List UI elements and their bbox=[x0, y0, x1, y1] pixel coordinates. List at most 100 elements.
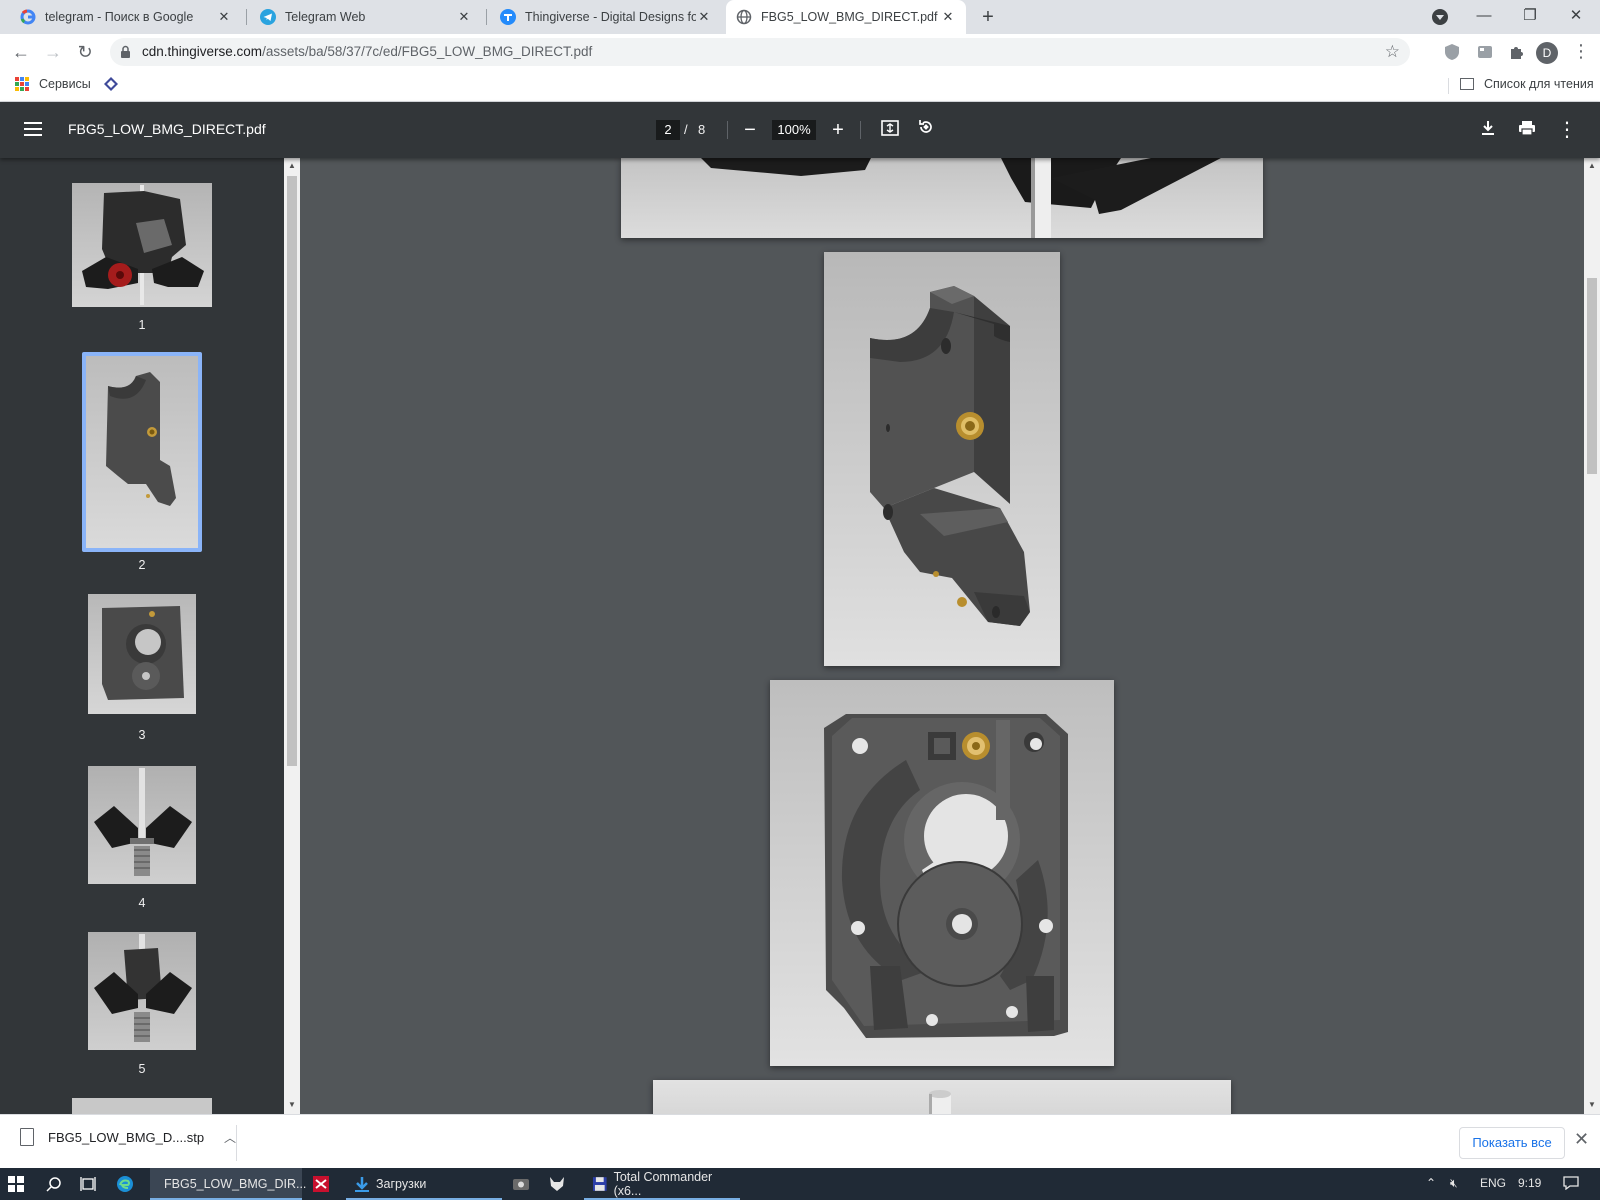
new-tab-button[interactable]: + bbox=[976, 5, 1000, 29]
app-taskbar-button[interactable] bbox=[312, 1168, 340, 1200]
url-path: /assets/ba/58/37/7c/ed/FBG5_LOW_BMG_DIRE… bbox=[262, 44, 593, 59]
document-scrollbar[interactable]: ▲ ▼ bbox=[1584, 158, 1600, 1114]
language-indicator[interactable]: ENG bbox=[1480, 1176, 1506, 1190]
downloads-folder-taskbar-item[interactable]: Загрузки bbox=[346, 1168, 502, 1200]
thumbnail-label: 4 bbox=[138, 896, 146, 910]
scroll-down-arrow-icon[interactable]: ▼ bbox=[1588, 1100, 1596, 1109]
toolbar-divider bbox=[860, 121, 861, 139]
thumbnail-page-4[interactable] bbox=[88, 766, 196, 884]
task-view-button[interactable] bbox=[80, 1168, 108, 1200]
tab-title: Thingiverse - Digital Designs for P bbox=[525, 10, 696, 24]
tray-expand-icon[interactable]: ⌃ bbox=[1426, 1176, 1436, 1190]
chrome-taskbar-item[interactable]: FBG5_LOW_BMG_DIR... bbox=[150, 1168, 306, 1200]
extensions-puzzle-icon[interactable] bbox=[1508, 43, 1526, 61]
document-scroll-thumb[interactable] bbox=[1587, 278, 1597, 474]
tab-thingiverse[interactable]: Thingiverse - Digital Designs for P ✕ bbox=[490, 0, 722, 34]
edge-taskbar-button[interactable] bbox=[116, 1168, 146, 1200]
download-item[interactable]: FBG5_LOW_BMG_D....stp ︿ bbox=[20, 1128, 236, 1146]
rotate-icon[interactable] bbox=[914, 118, 938, 142]
tab-title: Telegram Web bbox=[285, 10, 366, 24]
tab-manager-extension-icon[interactable] bbox=[1476, 43, 1494, 61]
search-icon bbox=[46, 1177, 61, 1192]
app-taskbar-button[interactable] bbox=[512, 1168, 540, 1200]
zoom-in-icon[interactable]: + bbox=[826, 118, 850, 142]
close-tab-icon[interactable]: ✕ bbox=[216, 9, 232, 25]
print-icon[interactable] bbox=[1515, 118, 1539, 142]
camera-app-icon bbox=[513, 1179, 529, 1190]
bookmark-diamond[interactable] bbox=[104, 77, 118, 91]
app-taskbar-button[interactable] bbox=[548, 1168, 576, 1200]
bookmark-star-icon[interactable]: ☆ bbox=[1385, 42, 1400, 62]
notifications-icon[interactable] bbox=[1563, 1176, 1579, 1193]
pdf-title: FBG5_LOW_BMG_DIRECT.pdf bbox=[68, 121, 266, 137]
close-shelf-icon[interactable]: ✕ bbox=[1574, 1129, 1589, 1150]
tab-separator bbox=[246, 9, 247, 25]
taskbar-item-label: Загрузки bbox=[376, 1177, 427, 1191]
address-bar[interactable]: cdn.thingiverse.com/assets/ba/58/37/7c/e… bbox=[110, 38, 1410, 66]
profile-avatar[interactable]: D bbox=[1536, 42, 1558, 64]
tab-google-search[interactable]: telegram - Поиск в Google ✕ bbox=[10, 0, 242, 34]
back-button[interactable]: ← bbox=[8, 39, 34, 65]
sidebar-scrollbar[interactable]: ▲ ▼ bbox=[284, 158, 300, 1114]
globe-icon bbox=[736, 9, 752, 25]
thumbnail-page-3[interactable] bbox=[88, 594, 196, 714]
pdf-page-2 bbox=[824, 252, 1060, 666]
taskbar-item-label: Total Commander (x6... bbox=[613, 1170, 713, 1198]
page-separator: / bbox=[684, 122, 688, 137]
sidebar-scroll-thumb[interactable] bbox=[287, 176, 297, 766]
pdf-page-1 bbox=[621, 158, 1263, 238]
document-viewport[interactable] bbox=[300, 158, 1584, 1114]
tab-pdf-active[interactable]: FBG5_LOW_BMG_DIRECT.pdf ✕ bbox=[726, 0, 966, 34]
close-tab-icon[interactable]: ✕ bbox=[696, 9, 712, 25]
show-all-downloads-button[interactable]: Показать все bbox=[1459, 1127, 1565, 1159]
thumbnail-page-1[interactable] bbox=[72, 183, 212, 307]
tab-search-dropdown-icon[interactable] bbox=[1432, 9, 1448, 25]
chevron-up-icon[interactable]: ︿ bbox=[224, 1129, 236, 1146]
clock[interactable]: 9:19 bbox=[1518, 1176, 1541, 1190]
taskbar-item-label: FBG5_LOW_BMG_DIR... bbox=[164, 1177, 307, 1191]
volume-muted-icon[interactable]: 🔇︎ bbox=[1450, 1176, 1458, 1191]
page-number-input[interactable] bbox=[656, 120, 680, 140]
total-commander-taskbar-item[interactable]: Total Commander (x6... bbox=[584, 1168, 740, 1200]
download-shelf: FBG5_LOW_BMG_D....stp ︿ Показать все ✕ bbox=[0, 1114, 1600, 1168]
start-button[interactable] bbox=[8, 1168, 36, 1200]
pdf-page-4 bbox=[653, 1080, 1231, 1114]
fox-app-icon bbox=[550, 1177, 564, 1191]
fit-to-page-icon[interactable] bbox=[878, 118, 902, 142]
tab-telegram-web[interactable]: Telegram Web ✕ bbox=[250, 0, 482, 34]
download-icon[interactable] bbox=[1476, 118, 1500, 142]
thumbnail-page-5[interactable] bbox=[88, 932, 196, 1050]
scroll-up-arrow-icon[interactable]: ▲ bbox=[288, 161, 296, 170]
scroll-up-arrow-icon[interactable]: ▲ bbox=[1588, 161, 1596, 170]
bookmark-apps[interactable]: Сервисы bbox=[15, 77, 91, 91]
thingiverse-icon bbox=[500, 9, 516, 25]
zoom-out-icon[interactable]: − bbox=[738, 118, 762, 142]
tab-title: telegram - Поиск в Google bbox=[45, 10, 194, 24]
thumbnail-label: 2 bbox=[138, 558, 146, 572]
reload-button[interactable]: ↻ bbox=[72, 39, 98, 65]
minimize-window-button[interactable]: — bbox=[1461, 0, 1507, 34]
scroll-down-arrow-icon[interactable]: ▼ bbox=[288, 1100, 296, 1109]
restore-window-button[interactable]: ❐ bbox=[1507, 0, 1553, 34]
pdf-toolbar: FBG5_LOW_BMG_DIRECT.pdf / 8 − + ⋮ bbox=[0, 102, 1600, 158]
menu-hamburger-icon[interactable] bbox=[24, 122, 42, 136]
thumbnail-page-2[interactable] bbox=[86, 356, 198, 548]
shield-extension-icon[interactable] bbox=[1443, 43, 1461, 61]
thumbnail-page-6[interactable] bbox=[72, 1098, 212, 1114]
shelf-separator bbox=[236, 1125, 237, 1161]
lock-icon[interactable] bbox=[120, 45, 131, 59]
reading-list-button[interactable]: Список для чтения bbox=[1460, 77, 1594, 91]
forward-button[interactable]: → bbox=[40, 39, 66, 65]
search-button[interactable] bbox=[46, 1168, 74, 1200]
zoom-input[interactable] bbox=[772, 120, 816, 140]
close-tab-icon[interactable]: ✕ bbox=[456, 9, 472, 25]
browser-menu-icon[interactable]: ⋮ bbox=[1572, 42, 1590, 60]
apps-grid-icon bbox=[15, 77, 29, 91]
windows-taskbar: FBG5_LOW_BMG_DIR... Загрузки Total Comma… bbox=[0, 1168, 1600, 1200]
close-tab-icon[interactable]: ✕ bbox=[940, 9, 956, 25]
url-host: cdn.thingiverse.com bbox=[142, 44, 263, 59]
close-window-button[interactable]: ✕ bbox=[1553, 0, 1599, 34]
diamond-bookmark-icon bbox=[104, 77, 118, 91]
red-app-icon bbox=[313, 1176, 329, 1192]
more-options-icon[interactable]: ⋮ bbox=[1555, 118, 1579, 142]
